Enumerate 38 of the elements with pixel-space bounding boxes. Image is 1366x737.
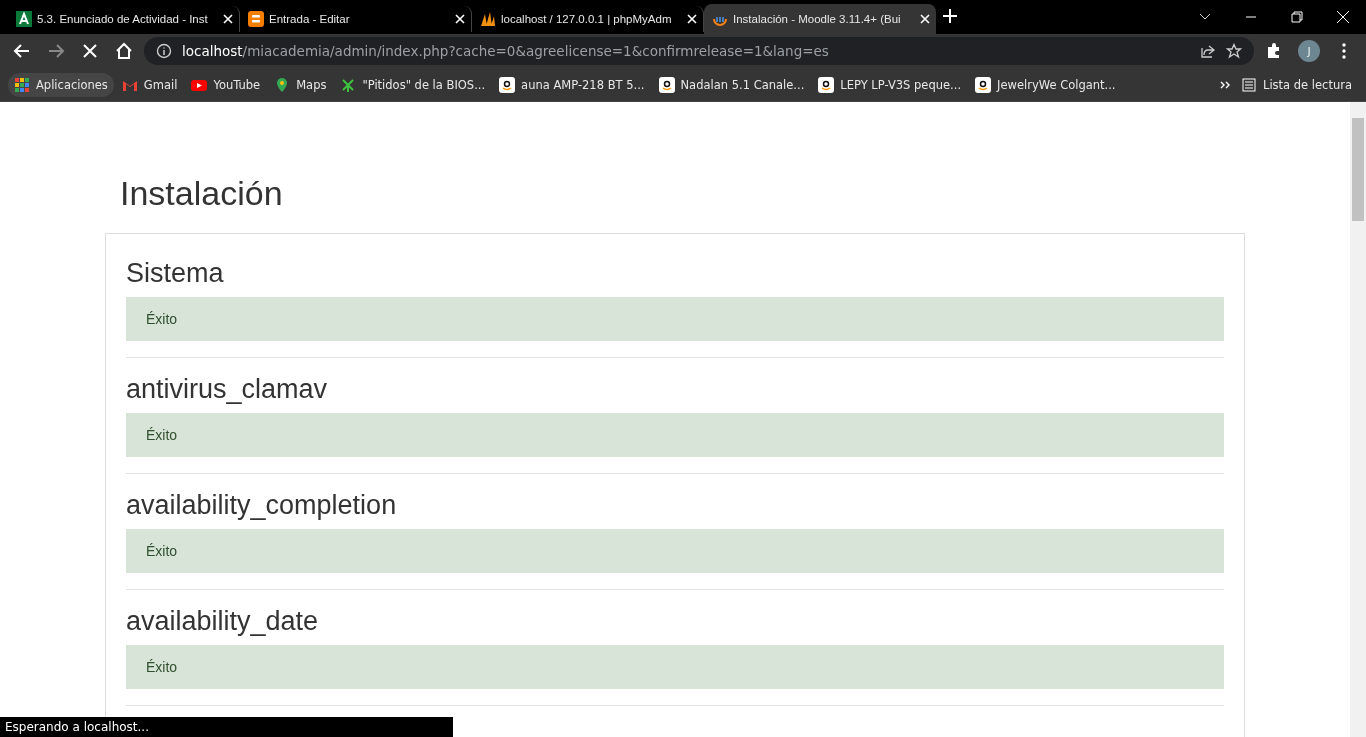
close-icon[interactable] <box>455 14 465 24</box>
address-bar[interactable]: localhost/miacademia/admin/index.php?cache=0&agreelicense=1&confirmrelease=1&lang=es <box>144 37 1254 65</box>
network-icon <box>340 76 357 93</box>
success-message: Éxito <box>126 413 1224 457</box>
close-icon[interactable] <box>687 14 697 24</box>
star-icon[interactable] <box>1226 43 1242 59</box>
bookmark[interactable]: YouTube <box>185 72 267 97</box>
url-text: localhost/miacademia/admin/index.php?cache=0&agreelicense=1&confirmrelease=1&lang=es <box>182 43 830 59</box>
section-heading: Sistema <box>126 258 225 289</box>
section-heading: antivirus_clamav <box>126 374 329 405</box>
bookmark[interactable]: Gmail <box>115 72 184 97</box>
success-message: Éxito <box>126 297 1224 341</box>
page-title: Instalación <box>120 174 284 213</box>
reading-list[interactable]: Lista de lectura <box>1235 72 1358 97</box>
bookmark[interactable]: LEPY LP-V3S peque... <box>812 72 968 97</box>
bookmark[interactable]: Nadalan 5.1 Canale... <box>652 72 811 97</box>
status-bar: Esperando a localhost... <box>0 717 453 737</box>
a-logo-icon <box>16 11 32 27</box>
apps-grid-icon <box>14 76 30 93</box>
success-message: Éxito <box>126 645 1224 689</box>
browser-tab[interactable]: Instalación - Moodle 3.11.4+ (Bui <box>704 4 936 34</box>
section-heading: availability_completion <box>126 490 398 521</box>
close-icon[interactable] <box>223 14 233 24</box>
success-message: Éxito <box>126 529 1224 573</box>
browser-tab[interactable]: Entrada - Editar <box>240 6 472 32</box>
sails-icon <box>480 11 496 27</box>
bookmark[interactable]: Maps <box>268 72 333 97</box>
bookmark[interactable]: JewelryWe Colgant... <box>969 72 1122 97</box>
bookmark[interactable]: "Pitidos" de la BIOS... <box>334 72 492 97</box>
bookmark[interactable]: auna AMP-218 BT 5... <box>493 72 651 97</box>
browser-tab[interactable]: 5.3. Enunciado de Actividad - Inst <box>8 6 240 32</box>
section-heading: availability_date <box>126 606 320 637</box>
info-icon <box>156 43 172 59</box>
close-icon[interactable] <box>920 14 930 24</box>
scrollbar[interactable] <box>1350 102 1366 737</box>
list-icon <box>1241 76 1257 93</box>
bookmark[interactable]: Aplicaciones <box>8 72 114 97</box>
share-icon[interactable] <box>1200 43 1216 59</box>
